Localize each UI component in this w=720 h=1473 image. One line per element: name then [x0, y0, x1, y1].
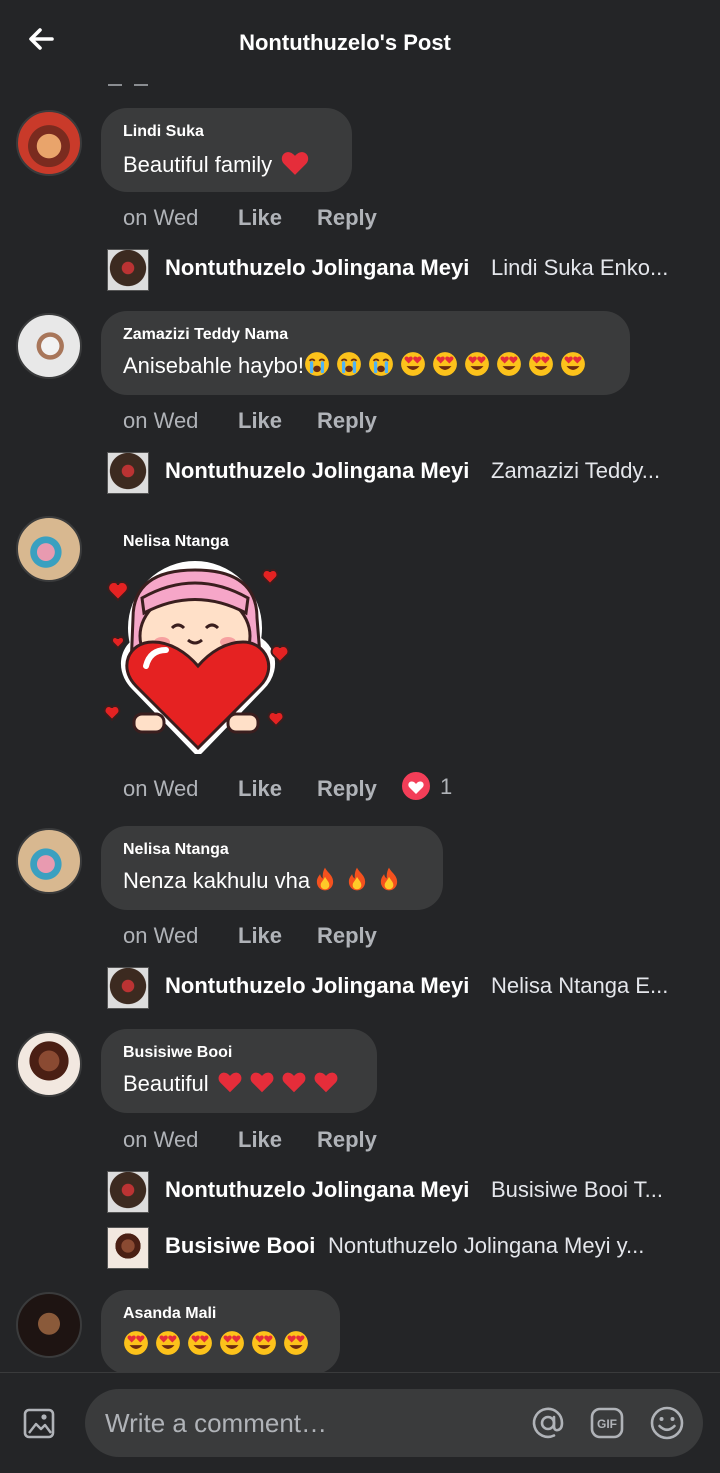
like-button[interactable]: Like — [238, 776, 317, 802]
reply-preview[interactable]: Nontuthuzelo Jolingana Meyi Nelisa Ntang… — [107, 967, 697, 1009]
comment-author[interactable]: Zamazizi Teddy Nama — [123, 325, 608, 345]
comment-time: on Wed — [123, 923, 199, 948]
heart-eyes-icon — [123, 1330, 149, 1356]
heart-eyes-icon — [219, 1330, 245, 1356]
red-heart-icon — [281, 1069, 307, 1095]
avatar[interactable] — [16, 828, 82, 894]
reply-author: Nontuthuzelo Jolingana Meyi — [165, 255, 470, 280]
avatar[interactable] — [16, 110, 82, 176]
red-heart-icon — [280, 148, 310, 178]
reaction-count: 1 — [440, 774, 453, 799]
reply-text: Nelisa Ntanga E... — [491, 973, 669, 998]
reply-text: Zamazizi Teddy... — [491, 458, 661, 483]
divider — [134, 84, 148, 86]
comment-author[interactable]: Nelisa Ntanga — [123, 532, 229, 552]
reply-button[interactable]: Reply — [317, 1127, 377, 1153]
comment-composer: Write a comment… GIF — [0, 1372, 720, 1473]
avatar[interactable] — [16, 1031, 82, 1097]
like-button[interactable]: Like — [238, 923, 317, 949]
reply-preview[interactable]: Nontuthuzelo Jolingana Meyi Busisiwe Boo… — [107, 1171, 697, 1213]
comment-author[interactable]: Asanda Mali — [123, 1304, 318, 1324]
heart-eyes-icon — [432, 351, 458, 377]
crying-face-icon — [368, 351, 394, 377]
comment-author[interactable]: Busisiwe Booi — [123, 1043, 355, 1063]
comment-text: Anisebahle haybo! — [123, 353, 305, 378]
comment-time: on Wed — [123, 1127, 199, 1152]
comment-bubble[interactable]: Busisiwe Booi Beautiful — [101, 1029, 377, 1113]
reply-avatar — [107, 1227, 149, 1269]
page-title: Nontuthuzelo's Post — [239, 30, 451, 55]
comment-time: on Wed — [123, 776, 199, 801]
fire-icon — [344, 866, 370, 892]
reply-avatar — [107, 452, 149, 494]
heart-eyes-icon — [400, 351, 426, 377]
avatar[interactable] — [16, 313, 82, 379]
avatar[interactable] — [16, 516, 82, 582]
heart-eyes-icon — [560, 351, 586, 377]
heart-eyes-icon — [283, 1330, 309, 1356]
emoji-smiley-icon[interactable] — [649, 1405, 685, 1441]
reply-preview[interactable]: Nontuthuzelo Jolingana Meyi Zamazizi Ted… — [107, 452, 697, 494]
comment-text: Nenza kakhulu vha — [123, 868, 311, 893]
heart-eyes-icon — [464, 351, 490, 377]
red-heart-icon — [217, 1069, 243, 1095]
heart-eyes-icon — [187, 1330, 213, 1356]
red-heart-icon — [313, 1069, 339, 1095]
reply-author: Busisiwe Booi — [165, 1233, 316, 1258]
fire-icon — [376, 866, 402, 892]
reply-preview[interactable]: Nontuthuzelo Jolingana Meyi Lindi Suka E… — [107, 249, 697, 291]
app-header: Nontuthuzelo's Post — [0, 0, 720, 84]
comment-input-placeholder: Write a comment… — [105, 1408, 328, 1438]
comment-bubble[interactable]: Asanda Mali — [101, 1290, 340, 1374]
comment-bubble[interactable]: Nelisa Ntanga Nenza kakhulu vha — [101, 826, 443, 910]
gif-icon[interactable]: GIF — [589, 1405, 625, 1441]
comment-time: on Wed — [123, 205, 199, 230]
reply-avatar — [107, 967, 149, 1009]
heart-eyes-icon — [251, 1330, 277, 1356]
reply-button[interactable]: Reply — [317, 776, 377, 802]
fire-icon — [312, 866, 338, 892]
heart-eyes-icon — [155, 1330, 181, 1356]
reply-author: Nontuthuzelo Jolingana Meyi — [165, 1177, 470, 1202]
reply-text: Lindi Suka Enko... — [491, 255, 669, 280]
girl-holding-heart-sticker[interactable] — [98, 558, 296, 754]
like-button[interactable]: Like — [238, 205, 317, 231]
red-heart-icon — [249, 1069, 275, 1095]
reply-author: Nontuthuzelo Jolingana Meyi — [165, 458, 470, 483]
heart-eyes-icon — [528, 351, 554, 377]
comment-text: Beautiful — [123, 1071, 209, 1096]
reply-author: Nontuthuzelo Jolingana Meyi — [165, 973, 470, 998]
reply-text: Busisiwe Booi T... — [491, 1177, 664, 1202]
photo-icon[interactable] — [22, 1405, 58, 1441]
comment-bubble[interactable]: Zamazizi Teddy Nama Anisebahle haybo! — [101, 311, 630, 395]
reply-button[interactable]: Reply — [317, 408, 377, 434]
divider — [108, 84, 122, 86]
reply-text: Nontuthuzelo Jolingana Meyi y... — [328, 1233, 645, 1258]
reply-button[interactable]: Reply — [317, 923, 377, 949]
reply-avatar — [107, 1171, 149, 1213]
reply-button[interactable]: Reply — [317, 205, 377, 231]
like-button[interactable]: Like — [238, 1127, 317, 1153]
comment-author[interactable]: Nelisa Ntanga — [123, 840, 421, 860]
mention-at-icon[interactable] — [530, 1405, 566, 1441]
svg-text:GIF: GIF — [597, 1417, 617, 1431]
like-button[interactable]: Like — [238, 408, 317, 434]
reply-preview[interactable]: Busisiwe Booi Nontuthuzelo Jolingana Mey… — [107, 1227, 697, 1269]
crying-face-icon — [304, 351, 330, 377]
comment-time: on Wed — [123, 408, 199, 433]
comment-text: Beautiful family — [123, 152, 273, 177]
comment-input[interactable]: Write a comment… GIF — [85, 1389, 703, 1457]
avatar[interactable] — [16, 1292, 82, 1358]
comment-bubble[interactable]: Lindi Suka Beautiful family — [101, 108, 352, 192]
love-reaction-icon — [400, 770, 432, 802]
heart-eyes-icon — [496, 351, 522, 377]
reply-avatar — [107, 249, 149, 291]
crying-face-icon — [336, 351, 362, 377]
comment-author[interactable]: Lindi Suka — [123, 122, 330, 142]
